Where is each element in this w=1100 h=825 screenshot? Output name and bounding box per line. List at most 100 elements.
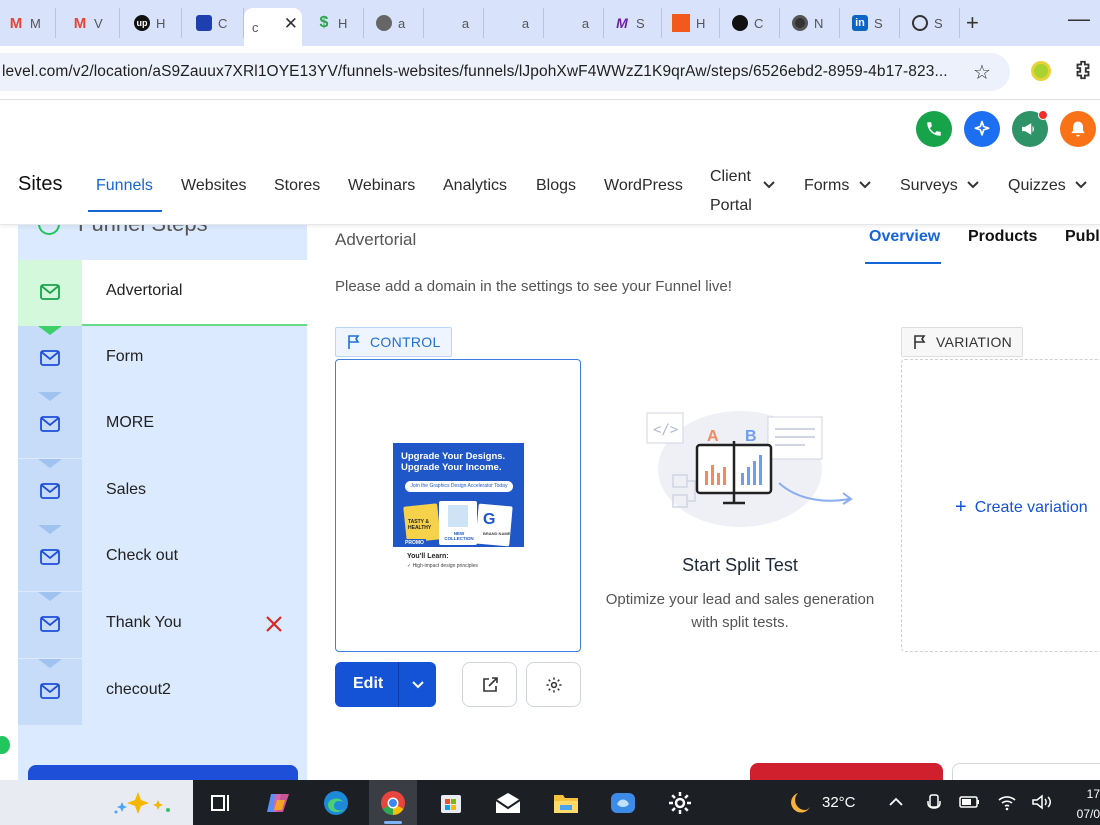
chrome-icon [792, 15, 808, 31]
bird-app-icon[interactable] [608, 788, 638, 818]
browser-tab[interactable]: H [664, 8, 720, 38]
funnel-step-thank-you[interactable]: Thank You [18, 592, 307, 658]
delete-step-x-icon[interactable] [264, 614, 284, 634]
sparkle-icon [974, 120, 990, 136]
microsoft-store-icon[interactable] [436, 788, 466, 818]
thumbnail-card-letter: G [483, 511, 496, 528]
browser-tab[interactable]: up H [126, 8, 182, 38]
browser-tab[interactable]: a [548, 8, 604, 38]
step-label: MORE [106, 414, 154, 431]
split-test-description: Optimize your lead and sales generation … [605, 591, 875, 631]
extensions-puzzle-icon[interactable] [1072, 59, 1094, 81]
edge-browser-icon[interactable] [321, 788, 351, 818]
browser-tab[interactable]: M S [606, 8, 662, 38]
weather-moon-icon[interactable] [786, 788, 816, 818]
chevron-down-icon[interactable] [966, 178, 980, 192]
chat-widget-dot[interactable] [0, 736, 10, 754]
copilot-app-icon[interactable] [263, 788, 293, 818]
tab-stores[interactable]: Stores [274, 177, 320, 195]
chevron-down-icon[interactable] [411, 678, 425, 692]
browser-tab-active[interactable]: c ✕ [244, 8, 302, 46]
settings-gear-icon[interactable] [665, 788, 695, 818]
secondary-action-button[interactable] [952, 763, 1100, 780]
tab-websites[interactable]: Websites [181, 177, 247, 195]
tab-analytics[interactable]: Analytics [443, 177, 507, 195]
minimize-button[interactable]: — [1068, 6, 1090, 32]
open-external-button[interactable] [462, 662, 517, 707]
tab-surveys[interactable]: Surveys [900, 177, 958, 195]
chrome-browser-icon[interactable] [378, 788, 408, 818]
extension-bulb-icon[interactable] [1031, 61, 1051, 81]
new-tab-button[interactable]: + [966, 10, 979, 36]
mail-icon [40, 616, 60, 632]
bookmark-star-icon[interactable]: ☆ [973, 60, 991, 85]
url-text[interactable]: level.com/v2/location/aS9Zauux7XRl1OYE13… [2, 63, 948, 81]
funnel-step-more[interactable]: MORE [18, 392, 307, 458]
chevron-down-icon[interactable] [762, 178, 776, 192]
volume-icon[interactable] [1031, 793, 1053, 811]
mail-app-icon[interactable] [493, 788, 523, 818]
step-settings-button[interactable] [526, 662, 581, 707]
tab-forms[interactable]: Forms [804, 177, 849, 195]
funnel-step-check-out[interactable]: Check out [18, 525, 307, 591]
flag-icon [914, 335, 926, 349]
battery-icon[interactable] [959, 794, 981, 810]
browser-tab[interactable]: in S [844, 8, 900, 38]
chevron-down-icon[interactable] [1074, 178, 1088, 192]
mail-icon [40, 284, 60, 300]
add-step-button[interactable] [28, 765, 298, 780]
tab-products[interactable]: Products [968, 228, 1037, 246]
system-clock[interactable]: 17 07/0 [1069, 784, 1100, 824]
create-variation-label: Create variation [974, 499, 1088, 516]
delete-action-button[interactable] [750, 763, 943, 780]
clock-date: 07/0 [1076, 807, 1100, 821]
copilot-sparkles-icon[interactable] [108, 790, 184, 816]
funnel-steps-panel: Funnel Steps Advertorial Form MORE Sales [18, 225, 307, 780]
browser-tab[interactable]: N [784, 8, 840, 38]
edit-button[interactable]: Edit [335, 662, 436, 707]
tab-label: C [218, 15, 228, 31]
phone-icon [927, 122, 941, 136]
browser-tab[interactable]: S [904, 8, 960, 38]
tab-wordpress[interactable]: WordPress [604, 177, 683, 195]
tab-blogs[interactable]: Blogs [536, 177, 576, 195]
browser-tab[interactable]: C [188, 8, 244, 38]
browser-tab[interactable]: M M [0, 8, 56, 38]
clock-time: 17 [1086, 787, 1100, 801]
tab-client-portal[interactable]: Client Portal [710, 162, 770, 220]
tab-funnels[interactable]: Funnels [96, 177, 153, 195]
create-variation-button[interactable]: + Create variation [955, 496, 1088, 519]
browser-tab[interactable]: C [724, 8, 780, 38]
control-page-card[interactable]: Upgrade Your Designs. Upgrade Your Incom… [335, 359, 581, 652]
tab-webinars[interactable]: Webinars [348, 177, 415, 195]
task-view-icon[interactable] [206, 788, 236, 818]
tab-label: a [521, 15, 530, 31]
device-icon[interactable] [926, 793, 942, 811]
file-explorer-icon[interactable] [551, 788, 581, 818]
ai-sparkle-button[interactable] [964, 111, 1000, 147]
browser-tab[interactable]: a [368, 8, 424, 38]
tab-label: H [156, 15, 166, 31]
close-icon[interactable]: ✕ [284, 14, 298, 34]
browser-tab[interactable]: $ H [308, 8, 364, 38]
thumbnail-card-label: BRAND NAME [483, 531, 511, 536]
funnel-step-checout2[interactable]: checout2 [18, 659, 307, 725]
notifications-button[interactable] [1060, 111, 1096, 147]
browser-tab[interactable]: a [428, 8, 484, 38]
funnel-step-sales[interactable]: Sales [18, 459, 307, 525]
browser-tab[interactable]: M V [64, 8, 120, 38]
phone-button[interactable] [916, 111, 952, 147]
wifi-icon[interactable] [997, 793, 1017, 811]
step-connector-icon [38, 659, 62, 668]
funnel-step-form[interactable]: Form [18, 326, 307, 392]
chevron-down-icon[interactable] [858, 178, 872, 192]
tab-quizzes[interactable]: Quizzes [1008, 177, 1066, 195]
mail-icon [40, 683, 60, 699]
browser-tab[interactable]: a [488, 8, 544, 38]
chevron-up-icon[interactable] [888, 795, 904, 809]
tab-publishing[interactable]: Publi [1065, 228, 1100, 246]
funnel-step-advertorial[interactable]: Advertorial [18, 260, 307, 326]
weather-temperature[interactable]: 32°C [822, 794, 856, 811]
tab-overview[interactable]: Overview [869, 228, 940, 246]
upwork-icon: up [134, 15, 150, 31]
